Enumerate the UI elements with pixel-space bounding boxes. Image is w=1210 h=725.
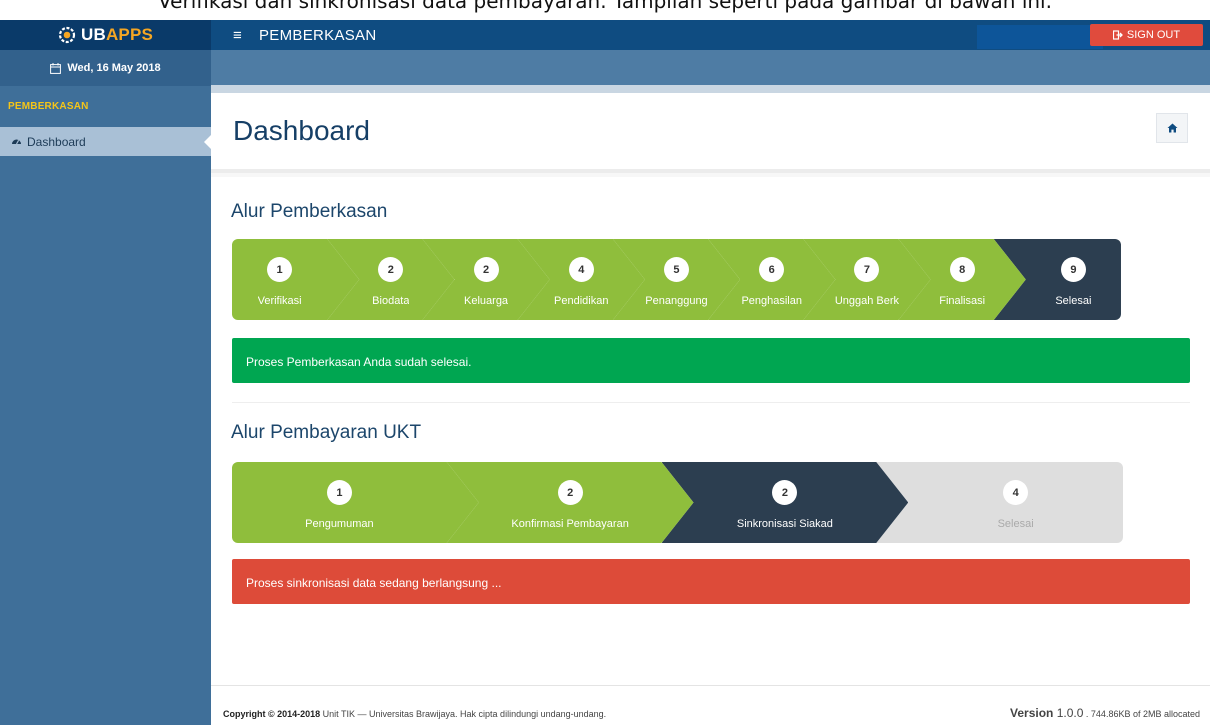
navbar: ≡ PEMBERKASAN SIGN OUT [211,20,1210,50]
step-label: Pendidikan [554,295,609,307]
step-number-circle: 8 [949,257,975,282]
user-account-box[interactable] [977,25,1103,49]
step-number-circle: 9 [1060,257,1086,282]
steps2-step-2[interactable]: 2 Konfirmasi Pembayaran [446,462,694,543]
step-label: Sinkronisasi Siakad [736,518,833,530]
version-label: Version [1010,706,1054,720]
navbar-section-title: PEMBERKASAN [259,26,377,44]
step-label: Pengumuman [305,518,374,530]
step-number-circle: 7 [854,257,880,282]
logo-gear-icon [58,26,76,44]
footer-version: Version 1.0.0 . 744.86KB of 2MB allocate… [1010,706,1200,720]
sign-out-button[interactable]: SIGN OUT [1090,24,1203,46]
home-button[interactable] [1156,113,1188,143]
step-label: Konfirmasi Pembayaran [511,518,629,530]
sidebar-section-header: PEMBERKASAN [8,101,89,112]
step-label: Penanggung [645,295,708,307]
step-number-circle: 1 [267,257,293,282]
memory-usage: . 744.86KB of 2MB allocated [1083,709,1200,719]
step-number-circle: 2 [378,257,404,282]
step-label: Finalisasi [939,295,986,307]
calendar-icon [50,62,62,74]
top-header: UB APPS ≡ PEMBERKASAN SIGN OUT [0,20,1210,50]
sidebar-item-dashboard[interactable]: Dashboard [0,127,212,156]
sign-out-label: SIGN OUT [1126,29,1181,41]
dashboard-icon [12,139,21,145]
footer-copyright: Copyright © 2014-2018 Unit TIK — Univers… [223,709,606,719]
date-display: Wed, 16 May 2018 [0,50,211,86]
document-caption: Verifikasi dan sinkronisasi data pembaya… [0,0,1210,20]
footer: Copyright © 2014-2018 Unit TIK — Univers… [211,685,1210,725]
logo-ub: UB [80,25,106,44]
hamburger-menu-icon[interactable]: ≡ [233,27,249,44]
danger-alert: Proses sinkronisasi data sedang berlangs… [232,559,1190,604]
step-number-circle: 2 [772,480,798,505]
steps2-step-1[interactable]: 1 Pengumuman [232,462,479,543]
section-title-pemberkasan: Alur Pemberkasan [231,201,388,222]
step-label: Biodata [372,295,410,307]
step-label: Selesai [1055,295,1092,307]
step-number-circle: 4 [568,257,594,282]
step-label: Penghasilan [741,295,802,307]
step-number-circle: 6 [759,257,785,282]
section-divider [232,402,1190,403]
sidebar: Wed, 16 May 2018 PEMBERKASAN Dashboard [0,50,212,725]
step-label: Selesai [997,518,1034,530]
step-number-circle: 2 [473,257,499,282]
main-top-strip [211,50,1210,85]
step-label: Keluarga [464,295,509,307]
section-title-pembayaran: Alur Pembayaran UKT [231,422,422,443]
page-title: Dashboard [233,115,370,146]
step-label: Unggah Berk [834,295,900,307]
copyright-bold: Copyright © 2014-2018 [223,709,321,719]
caption-text: Verifikasi dan sinkronisasi data pembaya… [158,0,1052,13]
steps2-step-3[interactable]: 2 Sinkronisasi Siakad [661,462,909,543]
content-panel: Alur Pemberkasan 1 Verifikasi 2 Biodata 2 Kel… [211,177,1210,685]
main-area: Dashboard Alur Pemberkasan 1 Verifikasi 2 B… [211,50,1210,725]
sign-out-icon [1112,30,1123,40]
stepper-pembayaran: 1 Pengumuman 2 Konfirmasi Pembayaran 2 Sinkro… [232,462,1123,543]
home-icon [1167,123,1177,133]
sidebar-item-label: Dashboard [27,134,86,149]
step-number-circle: 5 [663,257,689,282]
steps2-step-4[interactable]: 4 Selesai [876,462,1123,543]
version-number: 1.0.0 [1053,706,1084,720]
step-number-circle: 4 [1003,480,1029,505]
logo-apps: APPS [105,25,154,44]
step-number-circle: 2 [557,480,583,505]
success-alert: Proses Pemberkasan Anda sudah selesai. [232,338,1190,383]
step-number-circle: 1 [326,480,352,505]
date-text: Wed, 16 May 2018 [67,62,161,74]
main-top-substrip [211,85,1210,93]
copyright-rest: Unit TIK — Universitas Brawijaya. Hak ci… [320,709,607,719]
app-logo[interactable]: UB APPS [0,20,211,50]
step-label: Verifikasi [257,295,302,307]
title-bar: Dashboard [211,93,1210,173]
stepper-pemberkasan: 1 Verifikasi 2 Biodata 2 Keluarga 4 Pendidikan 5… [232,239,1121,320]
